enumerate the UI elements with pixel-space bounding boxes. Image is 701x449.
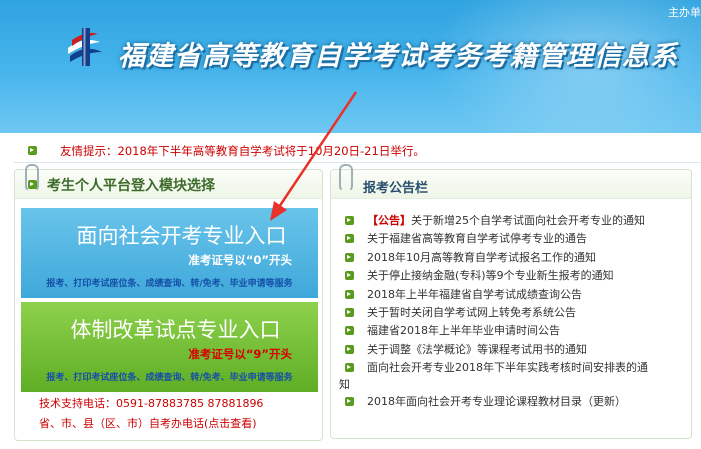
news-item-text: 关于停止接纳金融(专科)等9个专业新生报考的通知	[367, 269, 614, 283]
arrow-bullet-icon	[28, 146, 37, 155]
notice-text[interactable]: 友情提示：2018年下半年高等教育自学考试将于10月20日-21日举行。	[60, 143, 425, 159]
news-item-text: 关于调整《法学概论》等课程考试用书的通知	[367, 342, 587, 356]
social-entry-title: 面向社会开考专业入口	[76, 224, 287, 248]
news-item-text: 关于暂时关闭自学考试网上转免考系统公告	[367, 306, 576, 320]
sponsor-label: 主办单	[668, 6, 701, 19]
arrow-bullet-icon	[345, 289, 354, 299]
social-entry-services: 报考、打印考试座位条、成绩查询、转/免考、毕业申请等服务	[46, 279, 293, 289]
news-item[interactable]: 面向社会开考专业2018年下半年实践考核时间安排表的通知	[339, 359, 685, 393]
news-tag: 【公告】	[367, 214, 411, 227]
news-item-text-wrap: 知	[339, 378, 350, 392]
social-entry-subtitle: 准考证号以“0”开头	[188, 253, 292, 267]
support-phone: 技术支持电话：0591-87883785 87881896	[39, 397, 264, 410]
education-logo-icon	[68, 28, 102, 66]
news-list: 【公告】关于新增25个自学考试面向社会开考专业的通知 关于福建省高等教育自学考试…	[339, 212, 685, 412]
arrow-bullet-icon	[345, 234, 354, 244]
arrow-bullet-icon	[345, 326, 354, 336]
reform-entry-services: 报考、打印考试座位条、成绩查询、转/免考、毕业申请等服务	[46, 373, 293, 383]
site-title: 福建省高等教育自学考试考务考籍管理信息系	[118, 41, 678, 72]
news-item[interactable]: 2018年面向社会开考专业理论课程教材目录（更新）	[339, 393, 685, 411]
news-item[interactable]: 2018年上半年福建省自学考试成绩查询公告	[339, 286, 685, 304]
paperclip-icon	[339, 164, 353, 192]
news-item[interactable]: 2018年10月高等教育自学考试报名工作的通知	[339, 249, 685, 267]
reform-entry-subtitle: 准考证号以“9”开头	[188, 347, 292, 361]
news-item-text: 2018年上半年福建省自学考试成绩查询公告	[367, 287, 582, 301]
news-item[interactable]: 关于调整《法学概论》等课程考试用书的通知	[339, 341, 685, 359]
news-panel-header: 报考公告栏	[331, 164, 691, 199]
login-panel-header: 考生个人平台登入模块选择	[15, 164, 322, 199]
news-item[interactable]: 福建省2018年上半年毕业申请时间公告	[339, 322, 685, 340]
arrow-bullet-icon	[345, 363, 354, 373]
local-office-phones-link[interactable]: 省、市、县（区、市）自考办电话(点击查看)	[39, 415, 257, 431]
news-bulletin-panel: 报考公告栏 【公告】关于新增25个自学考试面向社会开考专业的通知 关于福建省高等…	[330, 164, 692, 439]
news-item[interactable]: 关于福建省高等教育自学考试停考专业的通告	[339, 230, 685, 248]
login-panel-title: 考生个人平台登入模块选择	[47, 178, 215, 194]
news-item-text: 福建省2018年上半年毕业申请时间公告	[367, 324, 560, 338]
social-exam-entry-button[interactable]: 面向社会开考专业入口 准考证号以“0”开头 报考、打印考试座位条、成绩查询、转/…	[21, 208, 318, 298]
arrow-bullet-icon	[345, 397, 354, 407]
arrow-bullet-icon	[345, 252, 354, 262]
news-item-text: 面向社会开考专业2018年下半年实践考核时间安排表的通	[367, 361, 648, 375]
news-panel-title: 报考公告栏	[363, 181, 429, 196]
arrow-bullet-icon	[345, 344, 354, 354]
news-item[interactable]: 关于暂时关闭自学考试网上转免考系统公告	[339, 304, 685, 322]
arrow-bullet-icon	[28, 180, 37, 189]
site-header: 福建省高等教育自学考试考务考籍管理信息系 主办单	[0, 0, 701, 133]
reform-pilot-entry-button[interactable]: 体制改革试点专业入口 准考证号以“9”开头 报考、打印考试座位条、成绩查询、转/…	[21, 302, 318, 392]
notice-bar: 友情提示：2018年下半年高等教育自学考试将于10月20日-21日举行。	[14, 138, 701, 163]
arrow-bullet-icon	[345, 308, 354, 318]
arrow-bullet-icon	[345, 216, 354, 225]
news-item-text: 关于福建省高等教育自学考试停考专业的通告	[367, 232, 587, 246]
login-module-panel: 考生个人平台登入模块选择 面向社会开考专业入口 准考证号以“0”开头 报考、打印…	[14, 164, 323, 441]
reform-entry-title: 体制改革试点专业入口	[70, 318, 281, 342]
news-item-text: 2018年10月高等教育自学考试报名工作的通知	[367, 250, 596, 264]
news-item-text: 关于新增25个自学考试面向社会开考专业的通知	[411, 214, 645, 227]
news-item[interactable]: 【公告】关于新增25个自学考试面向社会开考专业的通知	[339, 212, 685, 230]
news-item[interactable]: 关于停止接纳金融(专科)等9个专业新生报考的通知	[339, 267, 685, 285]
news-item-text: 2018年面向社会开考专业理论课程教材目录（更新）	[367, 395, 626, 409]
arrow-bullet-icon	[345, 271, 354, 281]
